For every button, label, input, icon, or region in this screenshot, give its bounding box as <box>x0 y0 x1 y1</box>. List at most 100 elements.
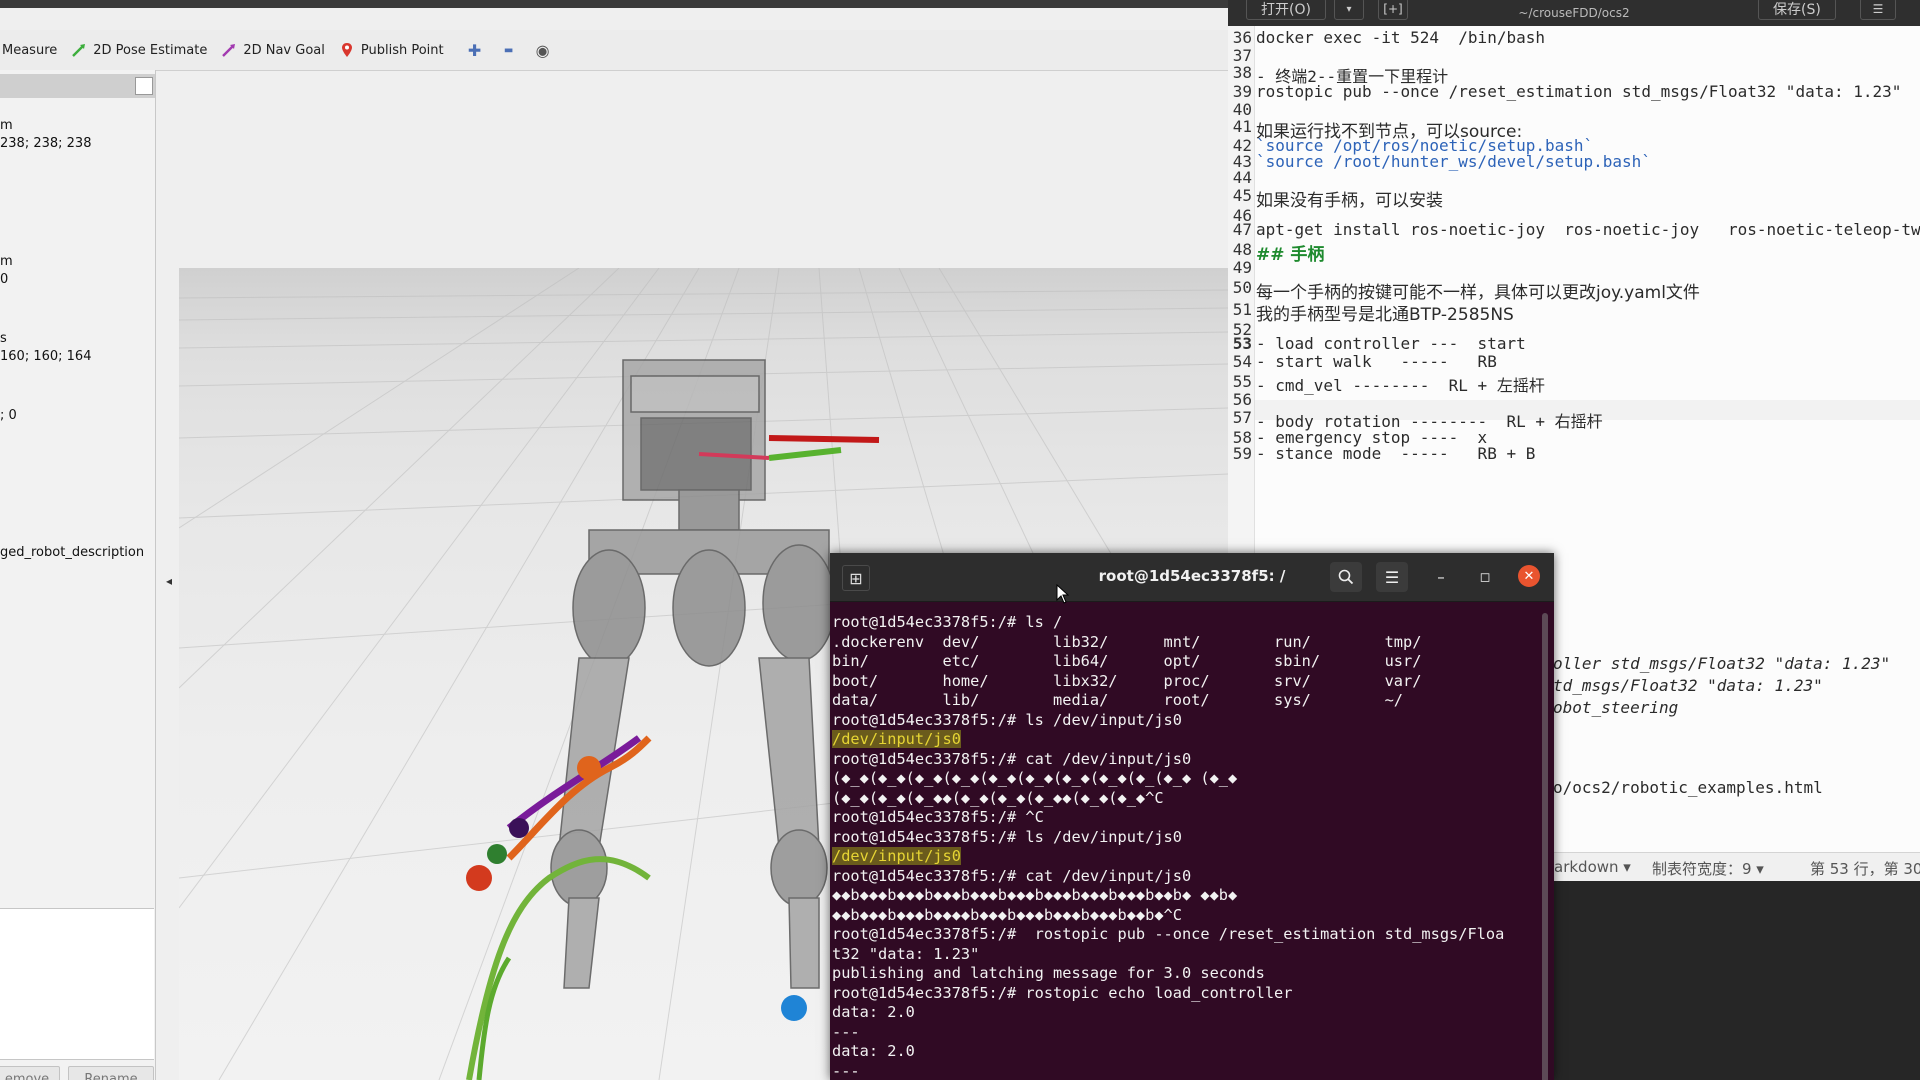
rename-button[interactable]: Rename <box>68 1066 154 1080</box>
terminal-line: root@1d54ec3378f5:/# rostopic pub --once… <box>832 925 1505 943</box>
terminal-line: root@1d54ec3378f5:/# ^C <box>832 808 1044 826</box>
pose-estimate-tool[interactable]: 2D Pose Estimate <box>71 42 221 58</box>
terminal-output[interactable]: root@1d54ec3378f5:/# ls / .dockerenv dev/… <box>832 613 1538 1080</box>
views-panel <box>0 908 154 1060</box>
nav-goal-tool[interactable]: 2D Nav Goal <box>221 42 339 58</box>
terminal-line: .dockerenv dev/ lib32/ mnt/ run/ tmp/ <box>832 632 1422 651</box>
language-selector[interactable]: arkdown ▾ <box>1554 858 1631 876</box>
measure-tool[interactable]: Measure <box>0 43 71 58</box>
terminal-line: data/ lib/ media/ root/ sys/ ~/ <box>832 691 1403 709</box>
zoom-out-icon[interactable]: ▬ <box>492 45 526 56</box>
terminal-line: boot/ home/ libx32/ proc/ srv/ var/ <box>832 671 1422 690</box>
terminal-scrollbar[interactable] <box>1542 613 1548 1080</box>
terminal-line: /dev/input/js0 <box>832 730 1538 750</box>
line-number: 36 <box>1232 28 1252 47</box>
line-number: 50 <box>1232 278 1252 297</box>
terminal-line: data: 2.0 <box>832 1003 915 1021</box>
line-number: 51 <box>1232 300 1252 319</box>
highlighted-path: /dev/input/js0 <box>832 847 961 865</box>
editor-headerbar: 打开(O) ▾ [+] ~/crouseFDD/ocs2 保存(S) ☰ <box>1228 0 1920 26</box>
line-number: 59 <box>1232 444 1252 463</box>
minimize-icon[interactable]: – <box>1430 565 1452 589</box>
terminal-line: data: 2.0 <box>832 1042 915 1060</box>
terminal-titlebar: ⊞ root@1d54ec3378f5: / ☰ – ◻ ✕ <box>830 553 1554 602</box>
terminal-line: publishing and latching message for 3.0 … <box>832 964 1265 982</box>
pose-estimate-label: 2D Pose Estimate <box>93 42 208 58</box>
line-number: 53 <box>1232 334 1252 353</box>
terminal-line: root@1d54ec3378f5:/# cat /dev/input/js0 <box>832 866 1192 885</box>
hamburger-menu-icon[interactable]: ☰ <box>1860 0 1896 20</box>
measure-label: Measure <box>2 42 58 58</box>
prop-value: s <box>0 331 7 346</box>
line-number: 48 <box>1232 240 1252 259</box>
cursor-position: 第 53 行，第 30 <box>1810 860 1920 878</box>
terminal-line: root@1d54ec3378f5:/# ls /dev/input/js0 <box>832 710 1182 729</box>
code-fragment: td_msgs/Float32 "data: 1.23" <box>1553 676 1823 695</box>
search-icon[interactable] <box>1330 562 1362 592</box>
terminal-line: t32 "data: 1.23" <box>832 944 980 963</box>
line-number: 38 <box>1232 63 1252 82</box>
trajectory-points <box>466 756 807 1021</box>
terminal-line: --- <box>832 1022 860 1041</box>
camera-focus-icon[interactable]: ◉ <box>526 41 560 60</box>
highlighted-path: /dev/input/js0 <box>832 730 961 748</box>
code-line: `source /root/hunter_ws/devel/setup.bash… <box>1256 152 1651 171</box>
green-arrow-icon <box>72 44 86 57</box>
code-fragment: obot_steering <box>1553 698 1679 717</box>
line-number: 44 <box>1232 168 1252 187</box>
code-line: - cmd_vel -------- RL + 左摇杆 <box>1256 376 1545 395</box>
remove-button[interactable]: emove <box>0 1066 60 1080</box>
maximize-icon[interactable]: ◻ <box>1474 565 1496 589</box>
prop-value: 0 <box>0 272 9 287</box>
code-fragment: oller std_msgs/Float32 "data: 1.23" <box>1553 654 1891 673</box>
prop-value: ; 0 <box>0 408 17 423</box>
rviz-title-strip <box>0 0 1228 8</box>
close-icon[interactable]: ✕ <box>1518 565 1540 587</box>
publish-point-tool[interactable]: Publish Point <box>339 42 458 58</box>
mouse-cursor-icon <box>1056 584 1070 604</box>
prop-value: m <box>0 254 13 269</box>
code-line: docker exec -it 524 /bin/bash <box>1256 28 1545 47</box>
tab-width-selector[interactable]: 制表符宽度：9 ▾ <box>1652 858 1764 879</box>
save-button[interactable]: 保存(S) <box>1758 0 1836 20</box>
foot-trajectories <box>466 735 652 1080</box>
line-number: 54 <box>1232 352 1252 371</box>
prop-value: ged_robot_description <box>0 545 145 560</box>
search-icon-glyph <box>1338 569 1354 585</box>
terminal-line: ◆◆b◆◆◆b◆◆◆b◆◆◆◆b◆◆◆b◆◆◆b◆◆◆b◆◆◆b◆◆b◆^C <box>832 905 1182 924</box>
line-number: 55 <box>1232 372 1252 391</box>
code-line: rostopic pub --once /reset_estimation st… <box>1256 82 1902 101</box>
line-number: 56 <box>1232 390 1252 409</box>
prop-value: m <box>0 118 13 133</box>
prop-value: 238; 238; 238 <box>0 136 92 151</box>
terminal-line: root@1d54ec3378f5:/# ls / <box>832 613 1063 631</box>
code-line: 如果没有手柄，可以安装 <box>1256 191 1443 211</box>
line-number: 49 <box>1232 258 1252 277</box>
code-fragment: o/ocs2/robotic_examples.html <box>1553 778 1823 797</box>
terminal-line: root@1d54ec3378f5:/# cat /dev/input/js0 <box>832 749 1192 768</box>
line-number: 41 <box>1232 117 1252 136</box>
display-checkbox[interactable] <box>135 77 153 95</box>
displays-panel-header <box>0 74 155 98</box>
hamburger-menu-icon[interactable]: ☰ <box>1376 562 1408 592</box>
terminal-line: --- <box>832 1061 860 1080</box>
line-number: 39 <box>1232 82 1252 101</box>
terminal-line: (◆_◆(◆_◆(◆_◆(◆_◆(◆_◆(◆_◆(◆_◆(◆_◆(◆_(◆_◆ … <box>832 769 1238 787</box>
code-line: - load controller --- start <box>1256 334 1526 353</box>
code-line: - start walk ----- RB <box>1256 352 1497 371</box>
terminal-line: (◆_◆(◆_◆(◆_◆◆(◆_◆(◆_◆(◆_◆◆(◆_◆(◆_◆^C <box>832 788 1164 807</box>
code-line: apt-get install ros-noetic-joy ros-noeti… <box>1256 220 1920 239</box>
code-line: - stance mode ----- RB + B <box>1256 444 1536 463</box>
line-number: 47 <box>1232 220 1252 239</box>
displays-panel: m 238; 238; 238 m 0 s 160; 160; 164 ; 0 … <box>0 70 156 1080</box>
terminal-line: /dev/input/js0 <box>832 847 1538 867</box>
prop-value: 160; 160; 164 <box>0 349 92 364</box>
line-number: 57 <box>1232 408 1252 427</box>
terminal-window[interactable]: ⊞ root@1d54ec3378f5: / ☰ – ◻ ✕ root@1d54… <box>830 553 1554 1080</box>
line-number: 45 <box>1232 186 1252 205</box>
zoom-in-icon[interactable]: ✚ <box>458 41 492 60</box>
purple-arrow-icon <box>222 44 236 57</box>
code-line: ## 手柄 <box>1256 245 1325 265</box>
collapse-panel-icon[interactable]: ◂ <box>166 574 172 588</box>
map-pin-icon <box>341 43 352 57</box>
